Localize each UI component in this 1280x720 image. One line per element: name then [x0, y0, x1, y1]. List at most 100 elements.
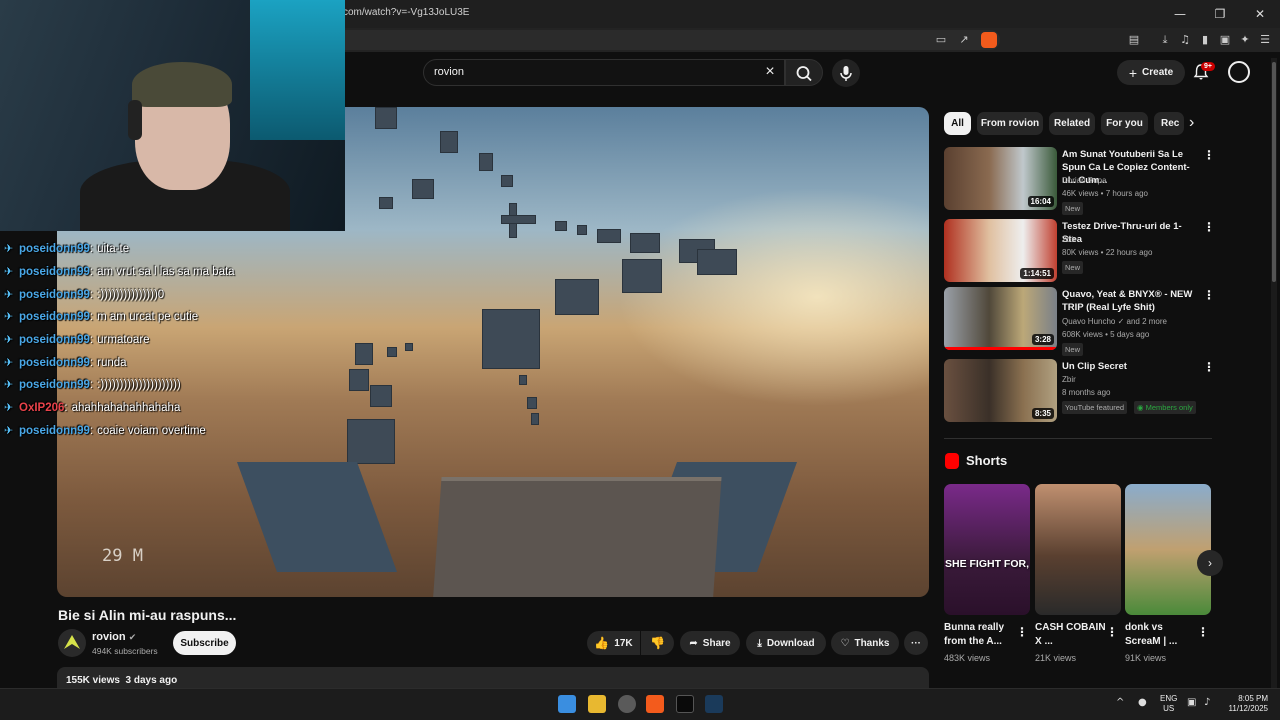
steam-icon[interactable] [705, 695, 723, 713]
brave-shield-icon[interactable] [981, 32, 997, 48]
network-icon[interactable]: ▣ [1187, 697, 1196, 708]
url-field[interactable] [330, 30, 1000, 50]
rec-title[interactable]: Testez Drive-Thru-uri de 1-Stea [1062, 220, 1200, 246]
tray-chevron-icon[interactable]: ^ [1116, 697, 1124, 708]
clear-search-icon[interactable]: × [762, 63, 778, 81]
rec-channel[interactable]: Dorian Popa [1062, 176, 1106, 185]
rec-thumbnail[interactable]: 8:35 [944, 359, 1057, 422]
app-icon[interactable] [676, 695, 694, 713]
chevron-right-icon[interactable]: › [1189, 114, 1194, 132]
chat-separator: : [89, 288, 94, 301]
watched-progress-bar [944, 347, 1057, 350]
url-text[interactable]: com/watch?v=-Vg13JoLU3E [343, 7, 469, 18]
more-vert-icon[interactable]: ⋮ [1106, 625, 1118, 639]
channel-avatar[interactable] [58, 629, 86, 657]
share-icon[interactable]: ↗ [957, 33, 971, 47]
menu-icon[interactable]: ☰ [1258, 33, 1272, 47]
short-overlay-text: SHE FIGHT FOR, [945, 558, 1029, 570]
clock[interactable]: 8:05 PM 11/12/2025 [1226, 694, 1268, 714]
account-avatar[interactable] [1228, 61, 1250, 83]
close-window-button[interactable]: ✕ [1240, 0, 1280, 28]
rec-thumbnail[interactable]: 3:28 [944, 287, 1057, 350]
chat-text: urmatoare [97, 334, 150, 347]
rec-thumbnail[interactable]: 1:14:51 [944, 219, 1057, 282]
chat-message: ✈ poseidonn99: am vrut sa l las sa ma bata [4, 261, 344, 284]
create-button[interactable]: + Create [1117, 60, 1185, 85]
chip-from-channel[interactable]: From rovion [977, 112, 1043, 135]
more-vert-icon[interactable]: ⋮ [1197, 625, 1209, 639]
clock-date: 11/12/2025 [1228, 704, 1268, 713]
language-indicator[interactable]: ENG US [1160, 694, 1177, 714]
floating-cube [379, 197, 393, 209]
more-vert-icon[interactable]: ⋮ [1203, 288, 1215, 302]
music-icon[interactable]: ♫ [1178, 33, 1192, 47]
rec-channel[interactable]: Quavo Huncho ✓ and 2 more [1062, 317, 1167, 326]
short-title[interactable]: donk vs ScreaM | ... [1125, 621, 1197, 649]
thanks-button[interactable]: ♡ Thanks [831, 631, 899, 655]
leo-icon[interactable]: ✦ [1238, 33, 1252, 47]
more-vert-icon[interactable]: ⋮ [1203, 360, 1215, 374]
shorts-next-button[interactable]: › [1197, 550, 1223, 576]
chat-message: ✈ poseidonn99: coaie voiam overtime [4, 420, 344, 443]
rec-thumbnail[interactable]: 16:04 [944, 147, 1057, 210]
chat-message: ✈ poseidonn99: uita-te [4, 238, 344, 261]
volume-icon[interactable]: ♪ [1204, 697, 1210, 708]
chat-text: :))))))))))))))))))))) [97, 379, 181, 392]
chat-badge-icon: ✈ [4, 287, 14, 301]
chat-text: ahahhahahahhahaha [71, 402, 181, 415]
restore-button[interactable]: ❐ [1200, 0, 1240, 28]
chat-separator: : [89, 334, 94, 347]
rec-title[interactable]: Quavo, Yeat & BNYX® - NEW TRIP (Real Lyf… [1062, 288, 1200, 314]
reader-icon[interactable]: ▤ [1127, 33, 1141, 47]
sidebar-icon[interactable]: ▮ [1198, 33, 1212, 47]
channel-name[interactable]: rovion ✔ [92, 631, 136, 643]
wallet-icon[interactable]: ▣ [1218, 33, 1232, 47]
short-thumbnail[interactable]: SHE FIGHT FOR, [944, 484, 1030, 615]
short-title[interactable]: Bunna really from the A... [944, 621, 1016, 649]
more-vert-icon[interactable]: ⋮ [1203, 148, 1215, 162]
short-thumbnail[interactable] [1035, 484, 1121, 615]
mic-tray-icon[interactable]: ● [1138, 697, 1147, 708]
download-button[interactable]: ⤓ Download [746, 631, 826, 655]
dislike-button[interactable]: 👎 [641, 631, 674, 655]
scrollbar-thumb[interactable] [1272, 62, 1276, 282]
rec-channel[interactable]: Zbir [1062, 375, 1076, 384]
chat-text: m am urcat pe cutie [97, 311, 199, 324]
obs-icon[interactable] [618, 695, 636, 713]
search-button[interactable] [785, 59, 823, 86]
search-input[interactable] [423, 59, 785, 86]
voice-search-button[interactable] [832, 59, 860, 87]
chat-text: uita-te [97, 243, 130, 256]
search-value[interactable]: rovion [434, 66, 464, 78]
short-thumbnail[interactable] [1125, 484, 1211, 615]
chat-username: poseidonn99 [19, 266, 90, 279]
short-title[interactable]: CASH COBAIN X ... [1035, 621, 1107, 649]
download-icon[interactable]: ⤓ [1158, 33, 1172, 47]
download-arrow-icon: ⤓ [757, 637, 762, 649]
chat-username: poseidonn99 [19, 334, 90, 347]
more-vert-icon[interactable]: ⋮ [1016, 625, 1028, 639]
short-views: 483K views [944, 653, 991, 663]
chat-username: poseidonn99 [19, 356, 90, 369]
floating-cube [347, 419, 395, 464]
rec-meta: 608K views • 5 days ago [1062, 330, 1150, 339]
more-actions-button[interactable]: ··· [904, 631, 928, 655]
chip-related[interactable]: Related [1049, 112, 1095, 135]
more-vert-icon[interactable]: ⋮ [1203, 220, 1215, 234]
brave-taskbar-icon[interactable] [646, 695, 664, 713]
windows-start-icon[interactable] [558, 695, 576, 713]
plus-icon: + [1128, 64, 1138, 81]
floating-cube [555, 221, 567, 231]
subscribe-button[interactable]: Subscribe [173, 631, 236, 655]
rec-title[interactable]: Un Clip Secret [1062, 360, 1200, 373]
chip-for-you[interactable]: For you [1101, 112, 1148, 135]
chat-message: ✈ poseidonn99: m am urcat pe cutie [4, 306, 344, 329]
share-button[interactable]: ➦ Share [680, 631, 740, 655]
screen-icon[interactable]: ▭ [934, 33, 948, 47]
file-explorer-icon[interactable] [588, 695, 606, 713]
chip-all[interactable]: All [944, 112, 971, 135]
like-button[interactable]: 👍 17K [587, 631, 640, 655]
rec-channel[interactable]: Zbir [1062, 235, 1076, 244]
minimize-button[interactable]: — [1160, 0, 1200, 28]
chip-recent[interactable]: Rec [1154, 112, 1184, 135]
